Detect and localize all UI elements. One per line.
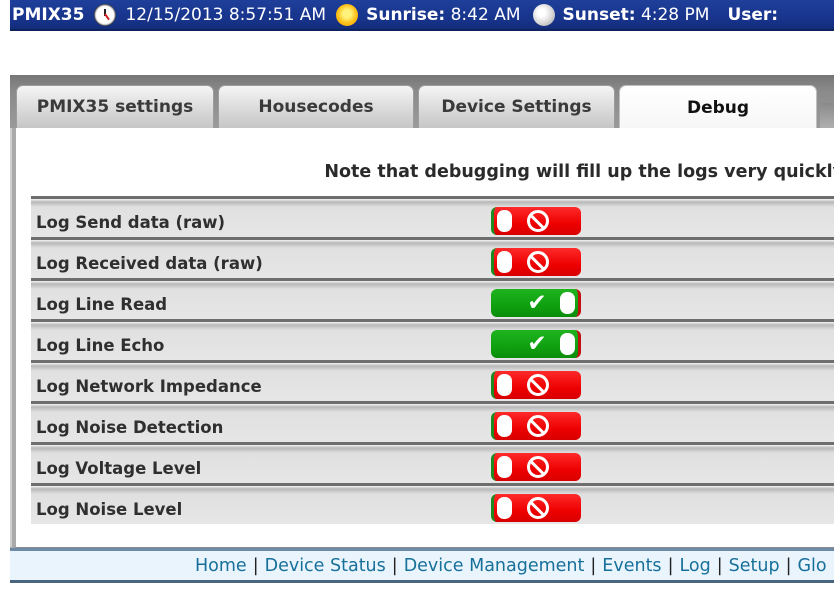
footer-link-log[interactable]: Log bbox=[679, 556, 710, 576]
setting-label: Log Received data (raw) bbox=[36, 254, 263, 273]
prohibited-icon bbox=[527, 251, 549, 273]
debug-setting-row: Log Line Echo ✔ bbox=[31, 319, 834, 360]
toggle-knob bbox=[560, 333, 575, 355]
toggle-knob bbox=[497, 210, 512, 232]
prohibited-icon bbox=[527, 374, 549, 396]
toggle-knob bbox=[497, 415, 512, 437]
footer-link-global[interactable]: Glo bbox=[797, 556, 826, 576]
clock-icon bbox=[94, 3, 117, 26]
tab-label: Housecodes bbox=[258, 97, 374, 117]
prohibited-icon bbox=[527, 497, 549, 519]
tab-debug[interactable]: Debug bbox=[619, 85, 817, 130]
debug-setting-row: Log Received data (raw) bbox=[31, 237, 834, 278]
debug-setting-row: Log Network Impedance bbox=[31, 360, 834, 401]
log-send-data-toggle[interactable] bbox=[491, 207, 581, 235]
footer-link-events[interactable]: Events bbox=[602, 556, 661, 576]
toggle-knob bbox=[560, 292, 575, 314]
checkmark-icon: ✔ bbox=[527, 331, 547, 357]
footer-link-device-management[interactable]: Device Management bbox=[404, 556, 585, 576]
log-noise-detection-toggle[interactable] bbox=[491, 412, 581, 440]
debug-setting-row: Log Send data (raw) bbox=[31, 196, 834, 237]
checkmark-icon: ✔ bbox=[527, 290, 547, 316]
setting-label: Log Line Echo bbox=[36, 336, 165, 355]
tab-pmix35-settings[interactable]: PMIX35 settings bbox=[16, 85, 214, 128]
debug-warning-note: Note that debugging will fill up the log… bbox=[324, 162, 834, 182]
setting-label: Log Noise Detection bbox=[36, 418, 224, 437]
separator: | bbox=[252, 555, 259, 576]
tab-device-settings[interactable]: Device Settings bbox=[418, 85, 615, 128]
sunset-value: 4:28 PM bbox=[640, 4, 710, 25]
settings-tab-panel: PMIX35 settings Housecodes Device Settin… bbox=[10, 75, 834, 550]
log-noise-level-toggle[interactable] bbox=[491, 494, 581, 522]
tab-label: PMIX35 settings bbox=[36, 97, 194, 117]
footer-link-device-status[interactable]: Device Status bbox=[265, 556, 386, 576]
sun-icon bbox=[336, 3, 359, 26]
tab-label: Debug bbox=[686, 98, 750, 118]
log-voltage-level-toggle[interactable] bbox=[491, 453, 581, 481]
debug-setting-row: Log Noise Detection bbox=[31, 401, 834, 442]
prohibited-icon bbox=[527, 456, 549, 478]
debug-settings-list: Log Send data (raw) Log Received data (r… bbox=[31, 196, 834, 524]
user-label: User: bbox=[727, 4, 779, 25]
setting-label: Log Noise Level bbox=[36, 500, 183, 519]
prohibited-icon bbox=[527, 415, 549, 437]
separator: | bbox=[785, 555, 792, 576]
footer-link-setup[interactable]: Setup bbox=[729, 556, 780, 576]
log-network-impedance-toggle[interactable] bbox=[491, 371, 581, 399]
current-datetime: 12/15/2013 8:57:51 AM bbox=[125, 4, 327, 25]
tab-bar-filler bbox=[820, 103, 834, 128]
prohibited-icon bbox=[527, 210, 549, 232]
debug-panel: Note that debugging will fill up the log… bbox=[10, 128, 834, 550]
tab-label: Device Settings bbox=[441, 97, 592, 117]
setting-label: Log Voltage Level bbox=[36, 459, 202, 478]
toggle-knob bbox=[497, 374, 512, 396]
setting-label: Log Network Impedance bbox=[36, 377, 262, 396]
tab-bar: PMIX35 settings Housecodes Device Settin… bbox=[10, 75, 834, 130]
toggle-knob bbox=[497, 497, 512, 519]
footer-nav: Home | Device Status | Device Management… bbox=[10, 548, 834, 583]
sunset-label: Sunset: bbox=[562, 4, 636, 25]
log-line-echo-toggle[interactable]: ✔ bbox=[491, 330, 581, 358]
log-received-data-toggle[interactable] bbox=[491, 248, 581, 276]
separator: | bbox=[716, 555, 723, 576]
debug-setting-row: Log Line Read ✔ bbox=[31, 278, 834, 319]
toggle-knob bbox=[497, 456, 512, 478]
debug-setting-row: Log Noise Level bbox=[31, 483, 834, 524]
footer-link-home[interactable]: Home bbox=[195, 556, 247, 576]
sunrise-label: Sunrise: bbox=[366, 4, 446, 25]
moon-icon bbox=[532, 3, 555, 26]
separator: | bbox=[667, 555, 674, 576]
app-brand: PMIX35 bbox=[12, 4, 85, 25]
setting-label: Log Line Read bbox=[36, 295, 168, 314]
separator: | bbox=[590, 555, 597, 576]
top-status-bar: PMIX35 12/15/2013 8:57:51 AM Sunrise: 8:… bbox=[10, 0, 834, 31]
tab-housecodes[interactable]: Housecodes bbox=[218, 85, 414, 128]
toggle-knob bbox=[497, 251, 512, 273]
separator: | bbox=[391, 555, 398, 576]
setting-label: Log Send data (raw) bbox=[36, 213, 226, 232]
sunrise-value: 8:42 AM bbox=[450, 4, 521, 25]
debug-setting-row: Log Voltage Level bbox=[31, 442, 834, 483]
log-line-read-toggle[interactable]: ✔ bbox=[491, 289, 581, 317]
